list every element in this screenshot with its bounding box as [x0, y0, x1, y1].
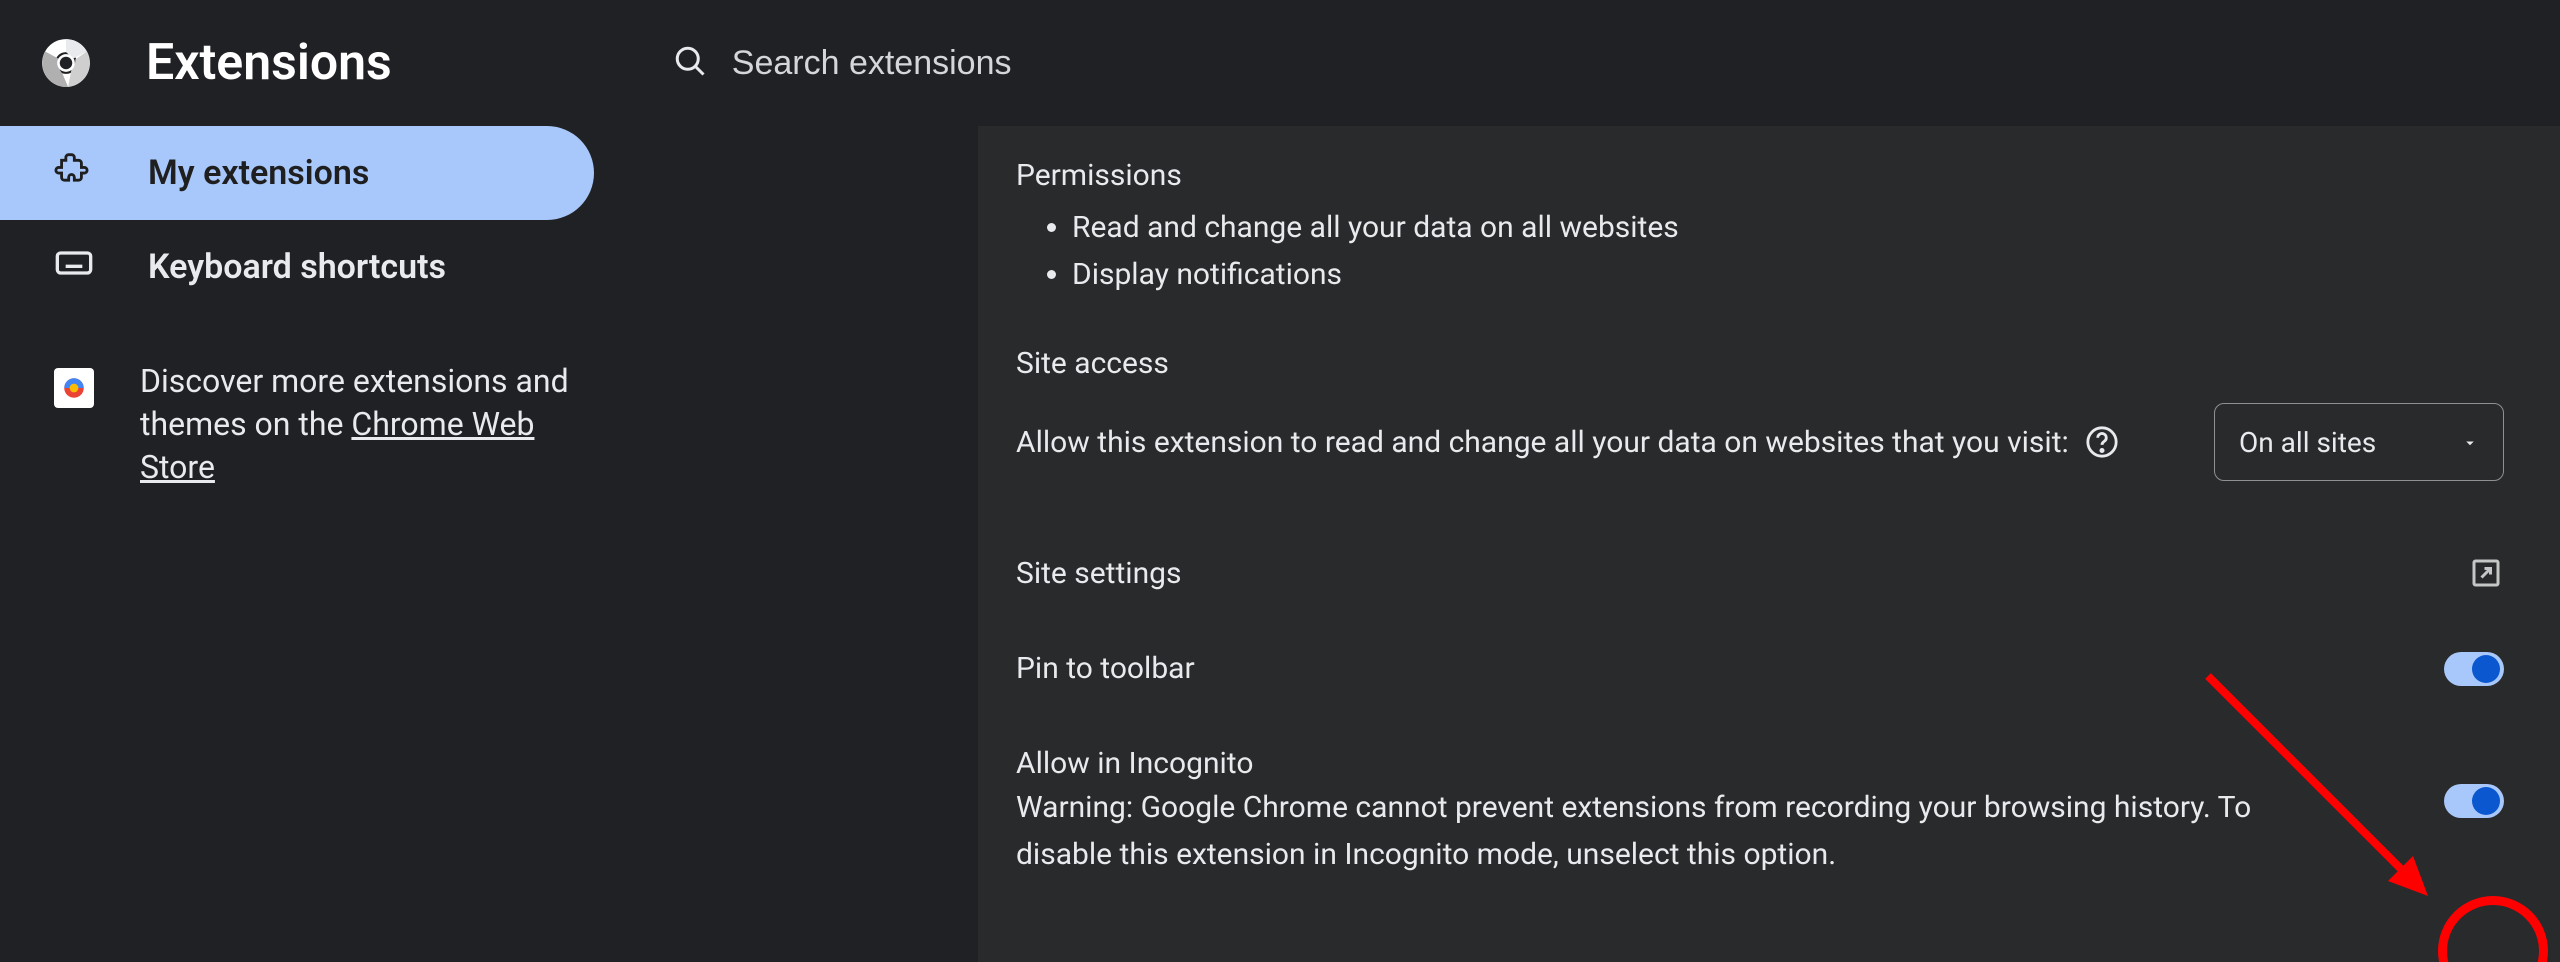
pin-toolbar-heading: Pin to toolbar	[1016, 651, 2324, 686]
extension-icon	[54, 149, 94, 198]
sidebar-item-label: My extensions	[148, 153, 369, 193]
search-input[interactable]	[732, 44, 1432, 83]
webstore-icon	[54, 368, 94, 408]
dropdown-selected: On all sites	[2239, 426, 2376, 459]
site-settings-heading: Site settings	[1016, 556, 2348, 591]
site-access-dropdown[interactable]: On all sites	[2214, 403, 2504, 481]
extension-detail-panel: Permissions Read and change all your dat…	[978, 126, 2560, 962]
permissions-list: Read and change all your data on all web…	[1016, 205, 2504, 298]
help-icon[interactable]	[2085, 425, 2119, 459]
permission-item: Read and change all your data on all web…	[1072, 205, 2504, 252]
incognito-heading: Allow in Incognito	[1016, 746, 2324, 781]
keyboard-icon	[54, 243, 94, 292]
permissions-heading: Permissions	[1016, 158, 2504, 193]
sidebar-item-my-extensions[interactable]: My extensions	[0, 126, 594, 220]
incognito-toggle[interactable]	[2444, 784, 2504, 818]
chrome-logo-icon	[40, 37, 92, 89]
pin-toolbar-toggle[interactable]	[2444, 652, 2504, 686]
site-access-heading: Site access	[1016, 346, 2504, 381]
search-box[interactable]	[672, 43, 1432, 83]
webstore-promo: Discover more extensions and themes on t…	[0, 360, 600, 490]
sidebar: My extensions Keyboard shortcuts	[0, 126, 978, 962]
open-external-icon[interactable]	[2468, 555, 2504, 591]
app-header: Extensions	[0, 0, 2560, 126]
annotation-circle	[2438, 896, 2548, 962]
incognito-description: Warning: Google Chrome cannot prevent ex…	[1016, 785, 2324, 878]
page-title: Extensions	[146, 34, 392, 92]
site-access-description: Allow this extension to read and change …	[1016, 425, 2069, 460]
sidebar-item-keyboard-shortcuts[interactable]: Keyboard shortcuts	[0, 220, 978, 314]
permission-item: Display notifications	[1072, 252, 2504, 299]
search-icon	[672, 43, 708, 83]
chevron-down-icon	[2461, 426, 2479, 459]
sidebar-item-label: Keyboard shortcuts	[148, 247, 446, 287]
